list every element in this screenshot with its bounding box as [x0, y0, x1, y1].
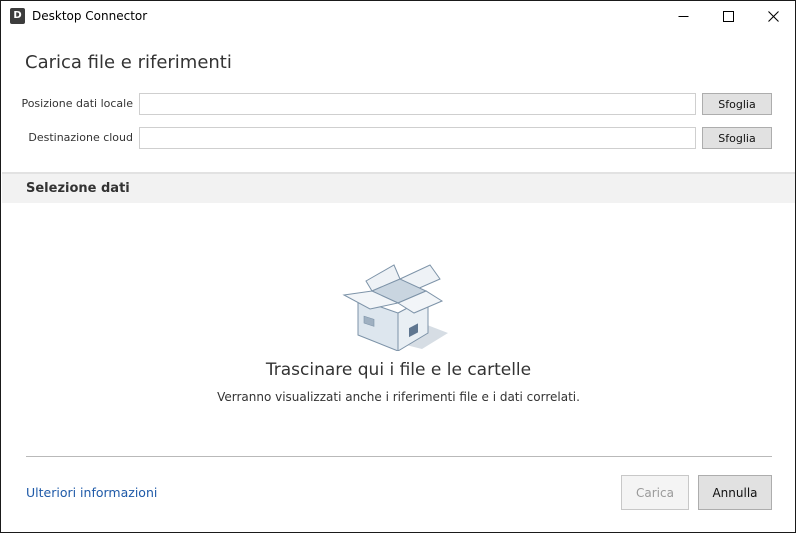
minimize-icon — [678, 16, 688, 17]
open-box-icon — [342, 264, 448, 351]
cancel-button[interactable]: Annulla — [698, 475, 772, 510]
cloud-destination-input[interactable] — [139, 127, 696, 149]
data-selection-header: Selezione dati — [2, 172, 795, 203]
minimize-button[interactable] — [660, 1, 706, 32]
drop-zone[interactable]: Trascinare qui i file e le cartelle Verr… — [2, 203, 795, 448]
section-title: Selezione dati — [26, 181, 130, 196]
local-location-input[interactable] — [139, 93, 696, 115]
browse-local-button[interactable]: Sfoglia — [702, 93, 772, 115]
cloud-destination-label: Destinazione cloud — [28, 131, 133, 144]
drop-title: Trascinare qui i file e le cartelle — [265, 360, 532, 380]
app-icon: D — [10, 8, 25, 24]
close-icon — [767, 11, 779, 22]
desktop-connector-window: D Desktop Connector Carica file e riferi… — [0, 0, 796, 533]
more-info-link[interactable]: Ulteriori informazioni — [26, 485, 157, 500]
window-title: Desktop Connector — [32, 9, 148, 23]
title-bar[interactable]: D Desktop Connector — [1, 1, 795, 32]
page-title: Carica file e riferimenti — [25, 52, 232, 73]
local-location-label: Posizione dati locale — [21, 97, 133, 110]
maximize-icon — [722, 11, 734, 22]
drop-subtitle: Verranno visualizzati anche i riferiment… — [217, 390, 580, 404]
browse-cloud-button[interactable]: Sfoglia — [702, 127, 772, 149]
upload-button[interactable]: Carica — [621, 475, 689, 510]
close-button[interactable] — [750, 1, 796, 32]
footer-divider — [26, 456, 772, 457]
maximize-button[interactable] — [705, 1, 751, 32]
